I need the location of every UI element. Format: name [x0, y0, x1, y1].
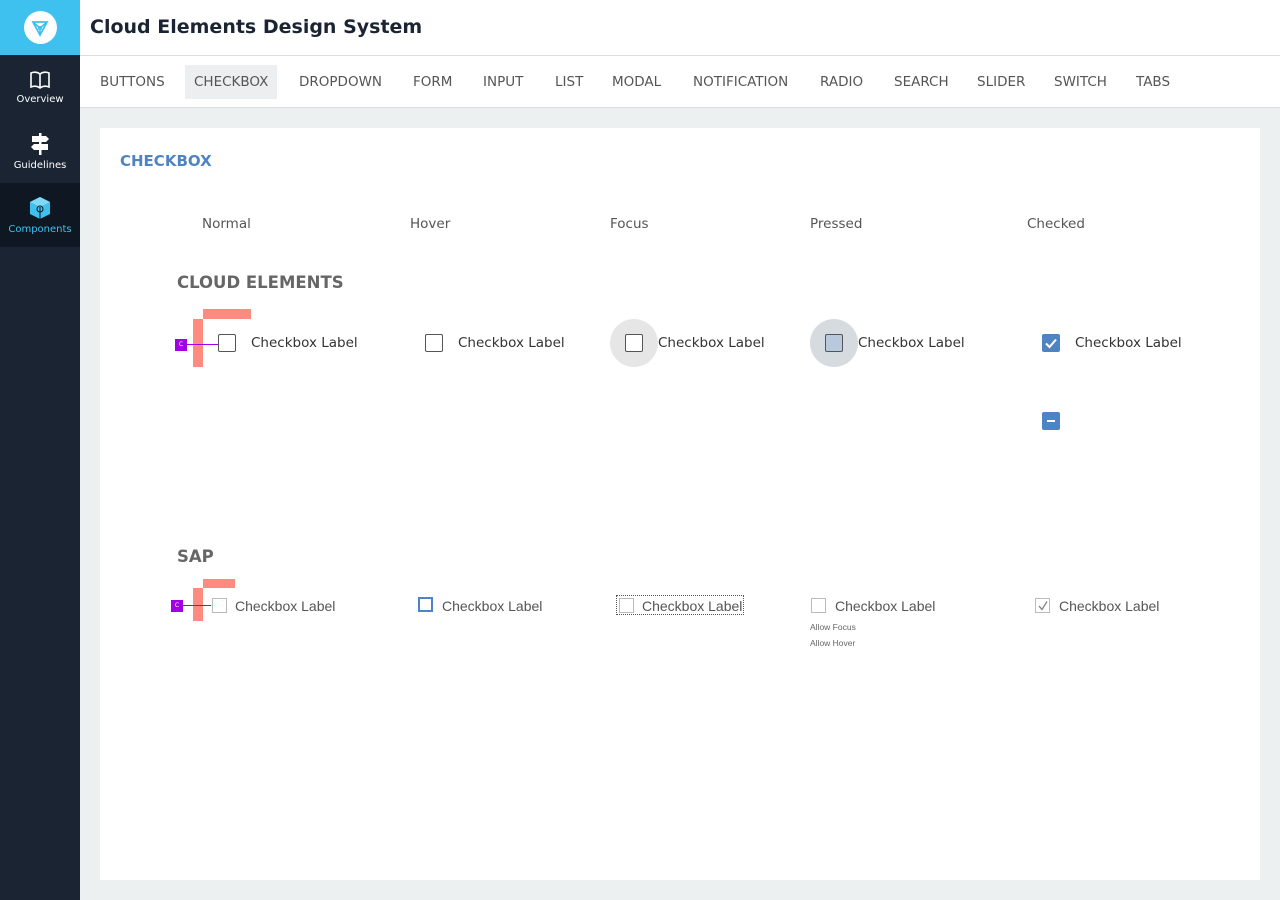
column-header-normal: Normal	[202, 216, 251, 232]
sap-checkbox-normal[interactable]	[212, 598, 227, 613]
component-tabs: BUTTONS CHECKBOX DROPDOWN FORM INPUT LIS…	[80, 56, 1280, 108]
column-header-pressed: Pressed	[810, 216, 863, 232]
ce-checkbox-label: Checkbox Label	[458, 335, 565, 351]
ce-checkbox-checked[interactable]	[1042, 334, 1060, 352]
sidebar-item-label: Guidelines	[13, 159, 67, 171]
book-icon	[30, 70, 50, 89]
signpost-icon	[31, 132, 49, 155]
redline-height-marker	[193, 319, 203, 367]
checkmark-icon	[1038, 601, 1048, 611]
top-header: Cloud Elements Design System	[80, 0, 1280, 56]
ce-checkbox-pressed[interactable]	[825, 334, 843, 352]
sidebar-item-label: Components	[8, 223, 72, 235]
sap-checkbox-label: Checkbox Label	[442, 598, 543, 614]
section-title: CHECKBOX	[120, 152, 212, 170]
ce-checkbox-label: Checkbox Label	[1075, 335, 1182, 351]
tab-checkbox[interactable]: CHECKBOX	[185, 65, 278, 99]
note-allow-focus: Allow Focus	[810, 622, 856, 632]
sap-checkbox-label: Checkbox Label	[1059, 598, 1160, 614]
column-header-hover: Hover	[410, 216, 451, 232]
tab-search[interactable]: SEARCH	[885, 65, 958, 99]
ce-checkbox-focus[interactable]	[625, 334, 643, 352]
cube-icon	[30, 196, 50, 219]
tab-tabs[interactable]: TABS	[1127, 65, 1179, 99]
redline-marker: C	[171, 600, 183, 612]
ce-checkbox-hover[interactable]	[425, 334, 443, 352]
note-allow-hover: Allow Hover	[810, 638, 856, 648]
sidebar-item-overview[interactable]: Overview	[0, 55, 80, 119]
content-card	[100, 128, 1260, 880]
brand-logo[interactable]	[0, 0, 80, 55]
tab-buttons[interactable]: BUTTONS	[91, 65, 174, 99]
ce-checkbox-label: Checkbox Label	[251, 335, 358, 351]
ce-checkbox-indeterminate[interactable]	[1042, 412, 1060, 430]
sap-checkbox-focus[interactable]	[619, 598, 634, 613]
sap-checkbox-hover[interactable]	[418, 597, 433, 612]
tab-notification[interactable]: NOTIFICATION	[684, 65, 797, 99]
sap-checkbox-label: Checkbox Label	[642, 598, 743, 614]
sidebar: Overview Guidelines Components	[0, 0, 80, 900]
ce-checkbox-label: Checkbox Label	[658, 335, 765, 351]
tab-input[interactable]: INPUT	[474, 65, 532, 99]
redline-connector	[183, 605, 211, 606]
page-title: Cloud Elements Design System	[90, 16, 423, 38]
sap-checkbox-checked[interactable]	[1035, 598, 1050, 613]
sap-checkbox-label: Checkbox Label	[235, 598, 336, 614]
ce-checkbox-label: Checkbox Label	[858, 335, 965, 351]
tab-radio[interactable]: RADIO	[811, 65, 872, 99]
sidebar-item-guidelines[interactable]: Guidelines	[0, 119, 80, 183]
redline-width-marker	[203, 579, 235, 588]
ce-checkbox-normal[interactable]	[218, 334, 236, 352]
column-header-focus: Focus	[610, 216, 649, 232]
sap-checkbox-pressed[interactable]	[811, 598, 826, 613]
group-title-cloud-elements: CLOUD ELEMENTS	[177, 273, 344, 292]
column-header-checked: Checked	[1027, 216, 1085, 232]
logo-icon	[23, 11, 57, 44]
sap-checkbox-label: Checkbox Label	[835, 598, 936, 614]
redline-width-marker	[203, 309, 251, 319]
sidebar-item-components[interactable]: Components	[0, 183, 80, 247]
tab-modal[interactable]: MODAL	[603, 65, 670, 99]
group-title-sap: SAP	[177, 547, 214, 566]
tab-slider[interactable]: SLIDER	[968, 65, 1034, 99]
tab-dropdown[interactable]: DROPDOWN	[290, 65, 391, 99]
redline-marker: C	[175, 339, 187, 351]
minus-icon	[1047, 420, 1055, 422]
tab-form[interactable]: FORM	[404, 65, 461, 99]
tab-switch[interactable]: SWITCH	[1045, 65, 1116, 99]
tab-list[interactable]: LIST	[546, 65, 592, 99]
checkmark-icon	[1045, 338, 1057, 349]
sidebar-item-label: Overview	[16, 93, 64, 105]
redline-connector	[187, 344, 218, 345]
